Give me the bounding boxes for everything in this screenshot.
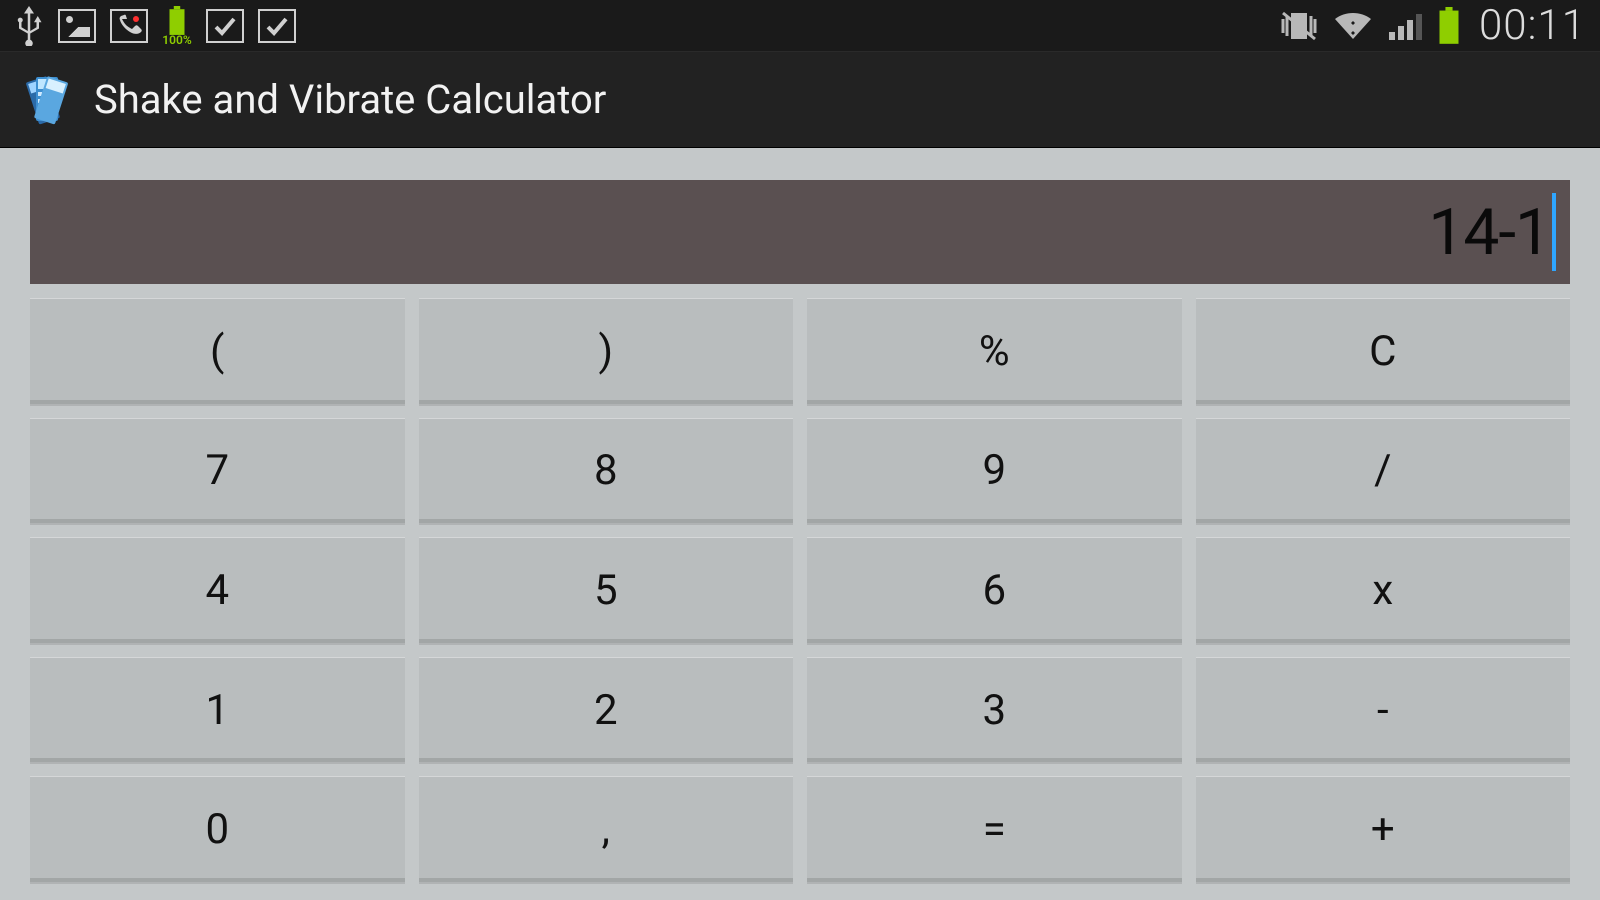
key-percent[interactable]: % [807,298,1182,404]
key-multiply[interactable]: x [1196,537,1571,643]
calculator-keypad: ( ) % C 7 8 9 / 4 5 6 x 1 2 3 - 0 , = + [30,298,1570,882]
app-title: Shake and Vibrate Calculator [94,76,606,123]
key-add[interactable]: + [1196,776,1571,882]
key-equals[interactable]: = [807,776,1182,882]
key-0[interactable]: 0 [30,776,405,882]
key-4[interactable]: 4 [30,537,405,643]
display-value: 14-1 [1428,195,1550,270]
vibrate-mode-icon [1279,9,1319,43]
battery-percent-label: 100% [162,34,191,46]
android-status-bar: 100% [0,0,1600,52]
key-close-paren[interactable]: ) [419,298,794,404]
key-open-paren[interactable]: ( [30,298,405,404]
key-subtract[interactable]: - [1196,657,1571,763]
task-done-icon [206,9,244,43]
calculator-display[interactable]: 14-1 [30,180,1570,284]
app-icon [18,71,76,129]
key-3[interactable]: 3 [807,657,1182,763]
status-clock: 00:11 [1479,1,1586,50]
key-5[interactable]: 5 [419,537,794,643]
cell-signal-icon [1387,10,1423,42]
calculator-body: 14-1 ( ) % C 7 8 9 / 4 5 6 x 1 2 3 - 0 ,… [0,148,1600,900]
key-6[interactable]: 6 [807,537,1182,643]
text-cursor [1552,193,1556,271]
missed-call-icon [110,9,148,43]
key-8[interactable]: 8 [419,418,794,524]
status-left-group: 100% [14,6,296,46]
battery-icon [1437,7,1461,45]
app-bar: Shake and Vibrate Calculator [0,52,1600,148]
key-decimal[interactable]: , [419,776,794,882]
task-done-icon-2 [258,9,296,43]
key-2[interactable]: 2 [419,657,794,763]
status-right-group: 00:11 [1279,1,1586,50]
battery-full-icon: 100% [162,6,192,46]
key-clear[interactable]: C [1196,298,1571,404]
usb-icon [14,6,44,46]
key-1[interactable]: 1 [30,657,405,763]
key-9[interactable]: 9 [807,418,1182,524]
image-icon [58,9,96,43]
wifi-icon [1333,9,1373,43]
key-divide[interactable]: / [1196,418,1571,524]
key-7[interactable]: 7 [30,418,405,524]
